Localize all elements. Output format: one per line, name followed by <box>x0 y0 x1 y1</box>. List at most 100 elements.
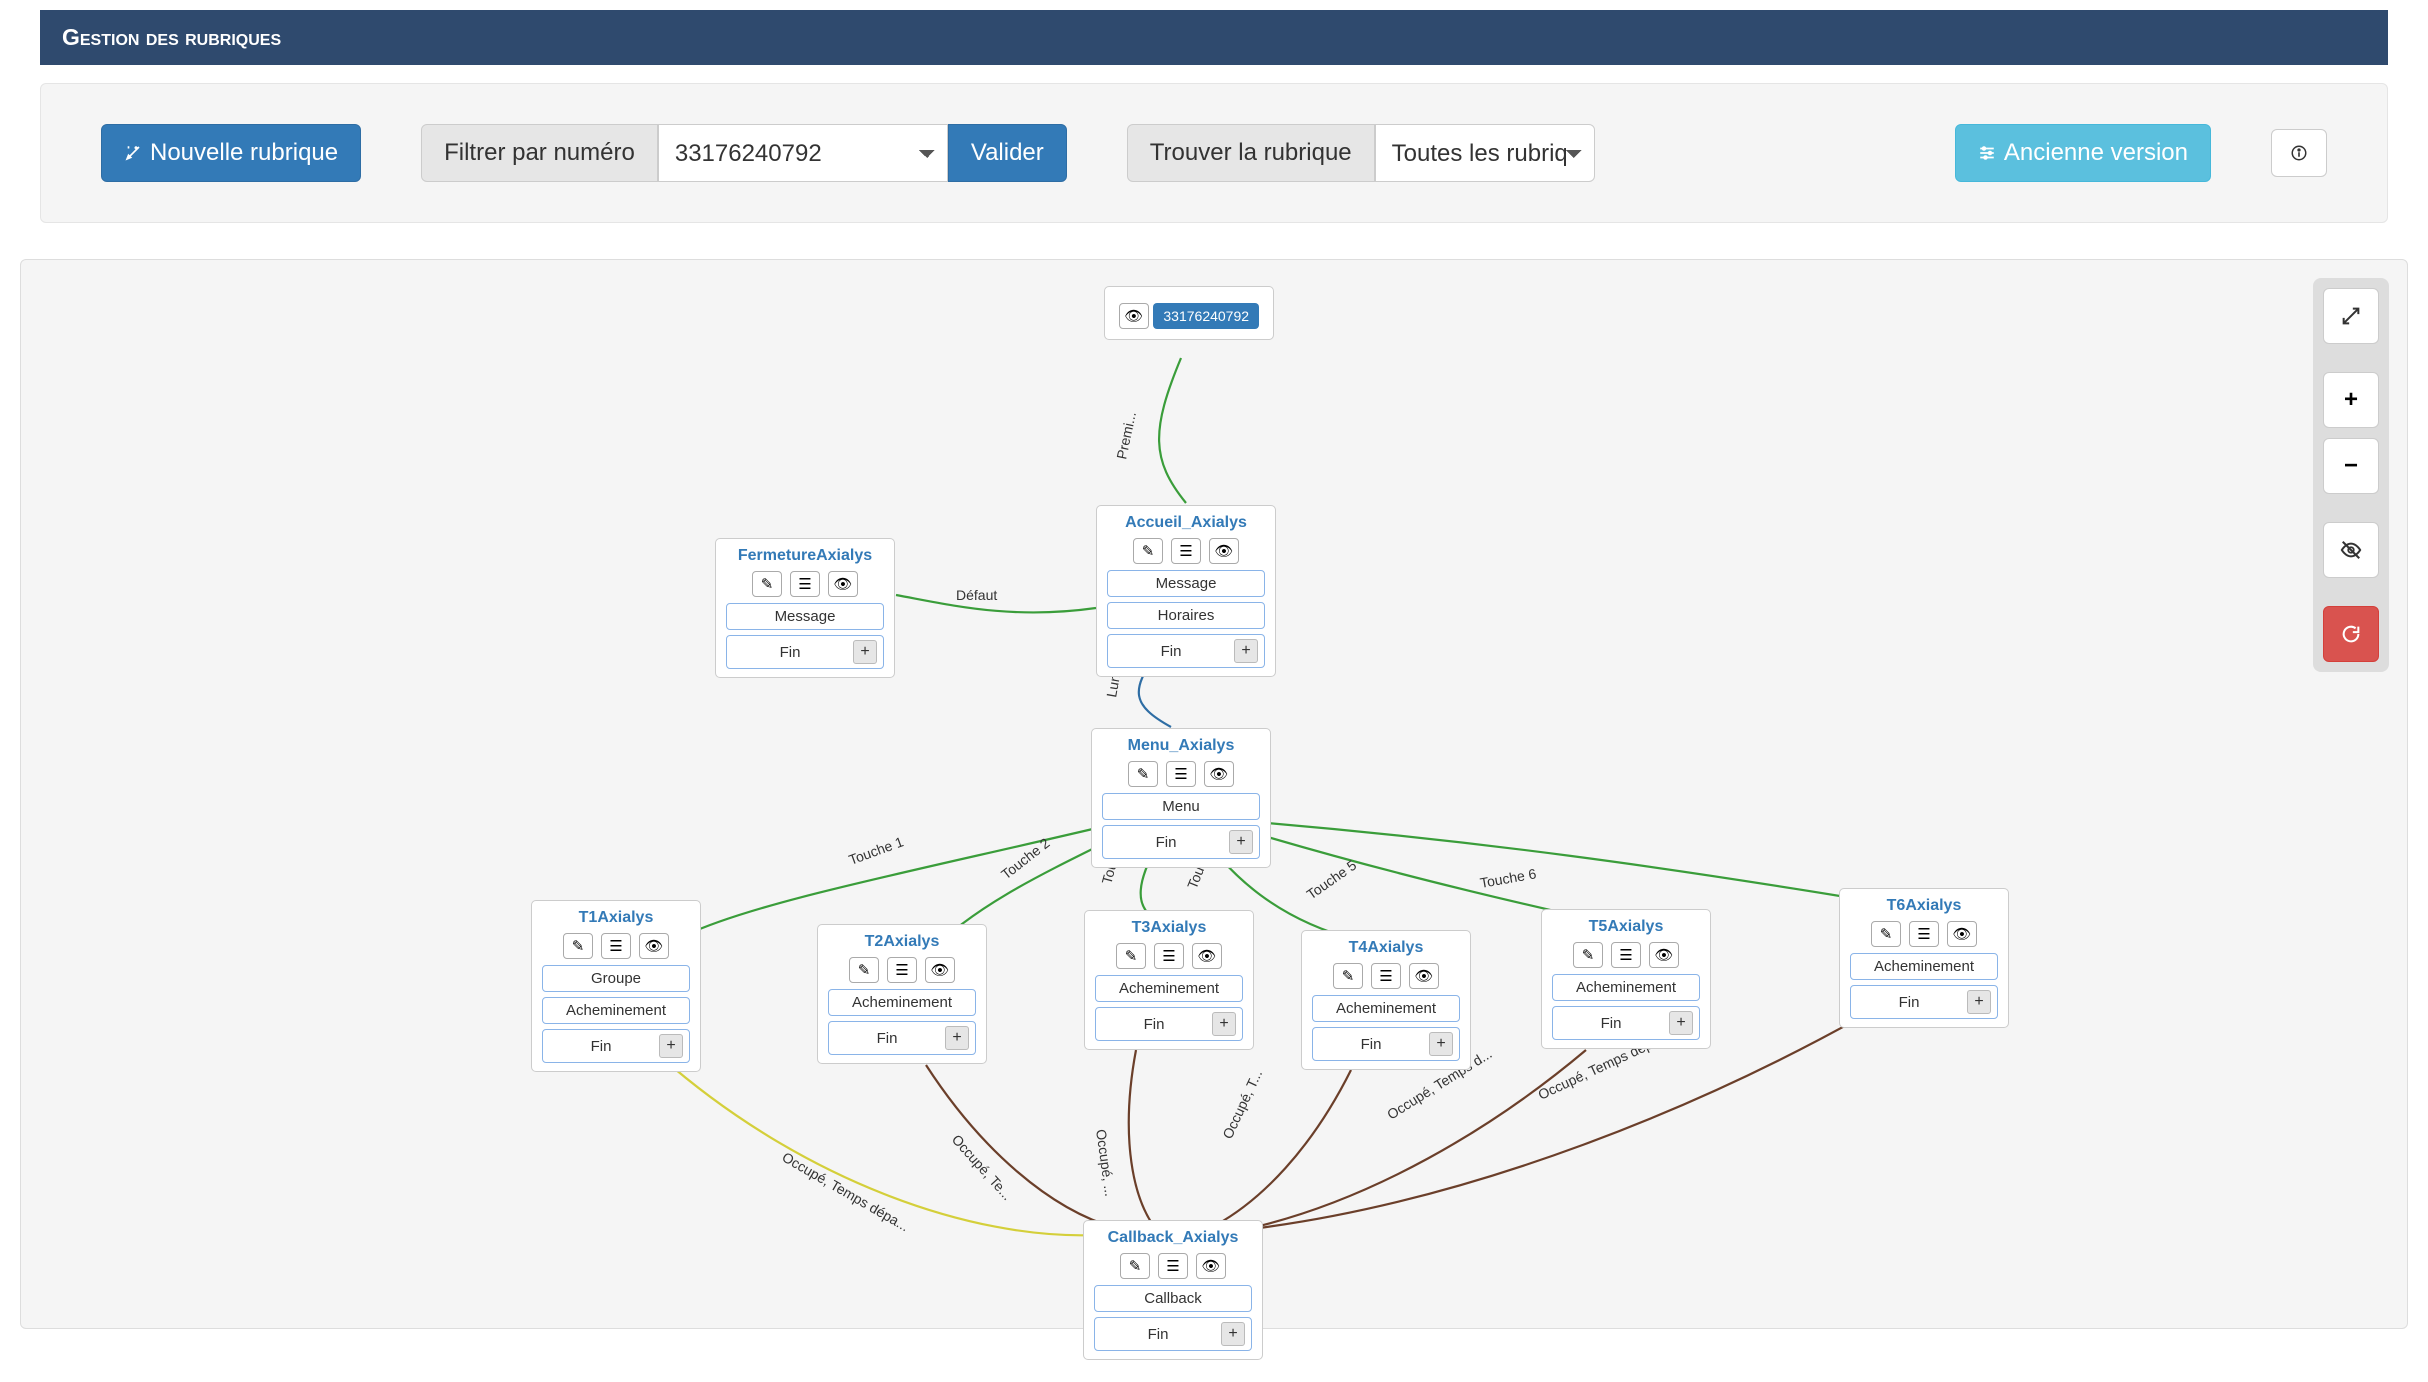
node-origin[interactable]: 👁 33176240792 <box>1104 286 1274 340</box>
node-t3[interactable]: T3Axialys ✎ ☰ 👁 Acheminement Fin+ <box>1084 910 1254 1050</box>
slot-fin[interactable]: Fin+ <box>726 635 884 669</box>
node-t2[interactable]: T2Axialys ✎ ☰ 👁 Acheminement Fin+ <box>817 924 987 1064</box>
slot-fin[interactable]: Fin+ <box>828 1021 976 1055</box>
slot-acheminement[interactable]: Acheminement <box>542 997 690 1024</box>
node-menu[interactable]: Menu_Axialys ✎ ☰ 👁 Menu Fin+ <box>1091 728 1271 868</box>
list-icon[interactable]: ☰ <box>1158 1253 1188 1279</box>
slot-fin[interactable]: Fin+ <box>1095 1007 1243 1041</box>
new-rubrique-button[interactable]: Nouvelle rubrique <box>101 124 361 182</box>
add-icon[interactable]: + <box>1669 1011 1693 1035</box>
node-t5[interactable]: T5Axialys ✎ ☰ 👁 Acheminement Fin+ <box>1541 909 1711 1049</box>
edit-icon[interactable]: ✎ <box>1116 943 1146 969</box>
eye-icon[interactable]: 👁 <box>1209 538 1239 564</box>
slot-fin[interactable]: Fin+ <box>1552 1006 1700 1040</box>
edit-icon[interactable]: ✎ <box>1133 538 1163 564</box>
svg-text:Occupé, Temps dépa...: Occupé, Temps dépa... <box>780 1149 912 1235</box>
node-fermeture[interactable]: FermetureAxialys ✎ ☰ 👁 Message Fin+ <box>715 538 895 678</box>
filter-number-select[interactable]: 33176240792 <box>658 124 948 182</box>
node-title: Menu_Axialys <box>1102 737 1260 755</box>
edit-icon[interactable]: ✎ <box>1120 1253 1150 1279</box>
svg-text:Défaut: Défaut <box>956 587 997 603</box>
rubriques-select[interactable]: Toutes les rubriques <box>1375 124 1595 182</box>
reset-button[interactable] <box>2323 606 2379 662</box>
slot-fin[interactable]: Fin+ <box>1850 985 1998 1019</box>
eye-icon[interactable]: 👁 <box>925 957 955 983</box>
slot-fin[interactable]: Fin+ <box>1094 1317 1252 1351</box>
edit-icon[interactable]: ✎ <box>1333 963 1363 989</box>
slot-callback[interactable]: Callback <box>1094 1285 1252 1312</box>
slot-acheminement[interactable]: Acheminement <box>828 989 976 1016</box>
edit-icon[interactable]: ✎ <box>1128 761 1158 787</box>
eye-icon[interactable]: 👁 <box>1192 943 1222 969</box>
info-icon <box>2290 144 2308 162</box>
slot-acheminement[interactable]: Acheminement <box>1312 995 1460 1022</box>
zoom-in-button[interactable]: + <box>2323 372 2379 428</box>
slot-fin[interactable]: Fin+ <box>1102 825 1260 859</box>
add-icon[interactable]: + <box>1234 639 1258 663</box>
edit-icon[interactable]: ✎ <box>1871 921 1901 947</box>
page-title: Gestion des rubriques <box>40 10 2388 65</box>
slot-fin[interactable]: Fin+ <box>542 1029 690 1063</box>
slot-message[interactable]: Message <box>1107 570 1265 597</box>
node-title: T3Axialys <box>1095 919 1243 937</box>
validate-button[interactable]: Valider <box>948 124 1067 182</box>
edit-icon[interactable]: ✎ <box>752 571 782 597</box>
node-callback[interactable]: Callback_Axialys ✎ ☰ 👁 Callback Fin+ <box>1083 1220 1263 1360</box>
eye-icon[interactable]: 👁 <box>1119 303 1149 329</box>
eye-off-icon <box>2340 539 2362 561</box>
eye-icon[interactable]: 👁 <box>1649 942 1679 968</box>
slot-acheminement[interactable]: Acheminement <box>1095 975 1243 1002</box>
list-icon[interactable]: ☰ <box>887 957 917 983</box>
add-icon[interactable]: + <box>659 1034 683 1058</box>
flow-canvas[interactable]: Premi... Défaut Lun... Touche 1 Touche 2… <box>20 259 2408 1329</box>
fullscreen-button[interactable] <box>2323 288 2379 344</box>
node-title: FermetureAxialys <box>726 547 884 565</box>
old-version-button[interactable]: Ancienne version <box>1955 124 2211 182</box>
slot-fin[interactable]: Fin+ <box>1107 634 1265 668</box>
node-t4[interactable]: T4Axialys ✎ ☰ 👁 Acheminement Fin+ <box>1301 930 1471 1070</box>
node-title: T1Axialys <box>542 909 690 927</box>
list-icon[interactable]: ☰ <box>1166 761 1196 787</box>
list-icon[interactable]: ☰ <box>1909 921 1939 947</box>
slot-fin[interactable]: Fin+ <box>1312 1027 1460 1061</box>
eye-icon[interactable]: 👁 <box>828 571 858 597</box>
node-title: Accueil_Axialys <box>1107 514 1265 532</box>
add-icon[interactable]: + <box>1429 1032 1453 1056</box>
slot-message[interactable]: Message <box>726 603 884 630</box>
list-icon[interactable]: ☰ <box>790 571 820 597</box>
zoom-out-button[interactable]: − <box>2323 438 2379 494</box>
slot-acheminement[interactable]: Acheminement <box>1850 953 1998 980</box>
expand-icon <box>2340 305 2362 327</box>
add-icon[interactable]: + <box>1212 1012 1236 1036</box>
svg-text:Touche 2: Touche 2 <box>998 835 1053 883</box>
slot-groupe[interactable]: Groupe <box>542 965 690 992</box>
slot-horaires[interactable]: Horaires <box>1107 602 1265 629</box>
list-icon[interactable]: ☰ <box>601 933 631 959</box>
eye-icon[interactable]: 👁 <box>1409 963 1439 989</box>
list-icon[interactable]: ☰ <box>1171 538 1201 564</box>
edit-icon[interactable]: ✎ <box>1573 942 1603 968</box>
list-icon[interactable]: ☰ <box>1371 963 1401 989</box>
add-icon[interactable]: + <box>1221 1322 1245 1346</box>
info-button[interactable] <box>2271 129 2327 177</box>
edit-icon[interactable]: ✎ <box>563 933 593 959</box>
add-icon[interactable]: + <box>853 640 877 664</box>
node-accueil[interactable]: Accueil_Axialys ✎ ☰ 👁 Message Horaires F… <box>1096 505 1276 677</box>
eye-icon[interactable]: 👁 <box>639 933 669 959</box>
canvas-tools: + − <box>2313 278 2389 672</box>
visibility-toggle-button[interactable] <box>2323 522 2379 578</box>
list-icon[interactable]: ☰ <box>1611 942 1641 968</box>
filter-group: Filtrer par numéro 33176240792 Valider <box>421 124 1067 182</box>
add-icon[interactable]: + <box>1967 990 1991 1014</box>
eye-icon[interactable]: 👁 <box>1947 921 1977 947</box>
eye-icon[interactable]: 👁 <box>1204 761 1234 787</box>
add-icon[interactable]: + <box>1229 830 1253 854</box>
node-t6[interactable]: T6Axialys ✎ ☰ 👁 Acheminement Fin+ <box>1839 888 2009 1028</box>
edit-icon[interactable]: ✎ <box>849 957 879 983</box>
slot-menu[interactable]: Menu <box>1102 793 1260 820</box>
node-t1[interactable]: T1Axialys ✎ ☰ 👁 Groupe Acheminement Fin+ <box>531 900 701 1072</box>
eye-icon[interactable]: 👁 <box>1196 1253 1226 1279</box>
slot-acheminement[interactable]: Acheminement <box>1552 974 1700 1001</box>
list-icon[interactable]: ☰ <box>1154 943 1184 969</box>
add-icon[interactable]: + <box>945 1026 969 1050</box>
